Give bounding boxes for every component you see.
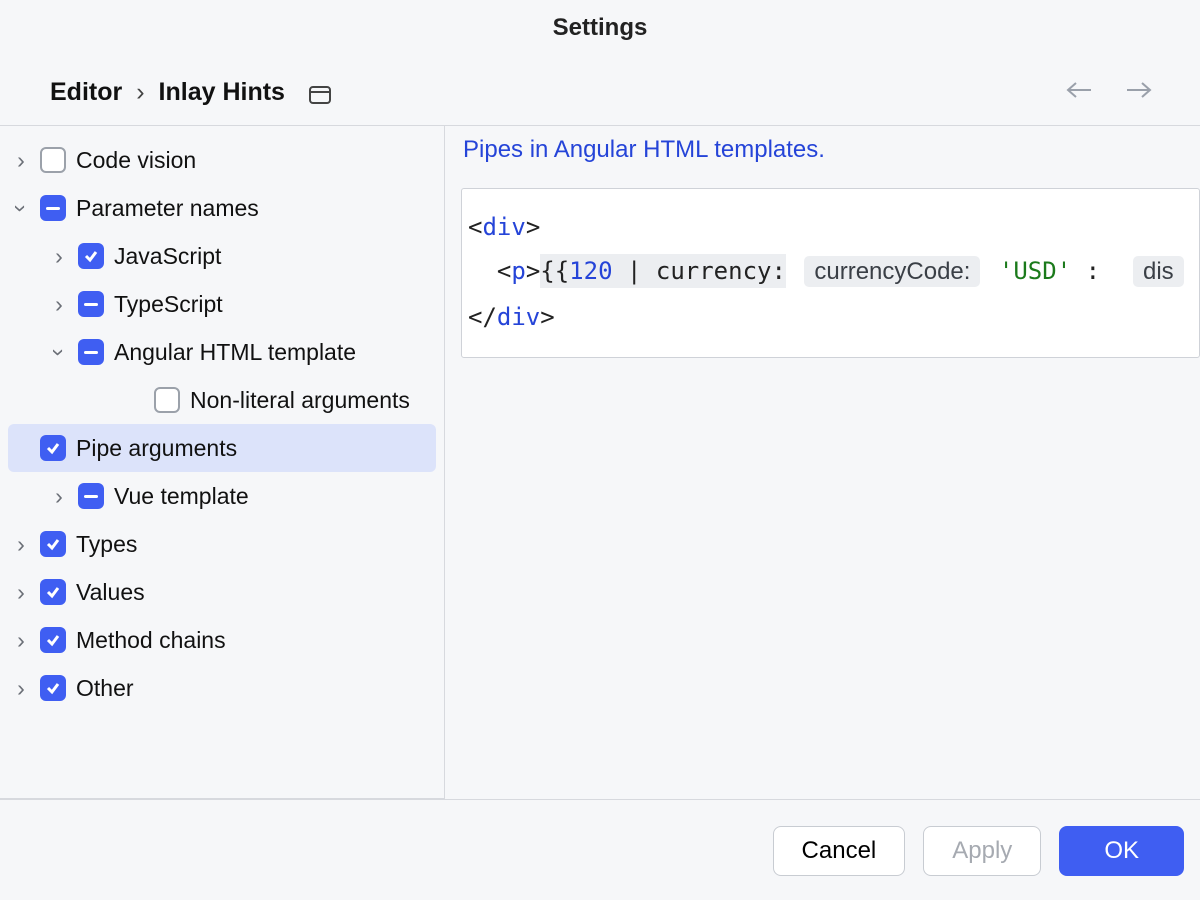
breadcrumb: Editor › Inlay Hints	[50, 78, 331, 107]
code-text: :	[1071, 257, 1100, 285]
checkbox-indeterminate[interactable]	[78, 339, 104, 365]
tree-label: TypeScript	[114, 291, 223, 318]
chevron-right-icon: ›	[50, 291, 68, 318]
tree-label: Method chains	[76, 627, 226, 654]
checkbox-indeterminate[interactable]	[40, 195, 66, 221]
chevron-right-icon: ›	[12, 675, 30, 702]
checkbox-checked[interactable]	[40, 675, 66, 701]
tree-label: Values	[76, 579, 145, 606]
code-tag: div	[497, 303, 540, 331]
code-tag: p	[511, 257, 525, 285]
chevron-right-icon: ›	[12, 627, 30, 654]
tree-item-pipe-arguments[interactable]: Pipe arguments	[8, 424, 436, 472]
checkbox-checked[interactable]	[40, 627, 66, 653]
chevron-down-icon: ›	[8, 199, 35, 217]
breadcrumb-root[interactable]: Editor	[50, 78, 122, 107]
tree-item-vue-template[interactable]: › Vue template	[38, 472, 444, 520]
code-string: 'USD'	[999, 257, 1071, 285]
breadcrumb-current: Inlay Hints	[159, 78, 285, 107]
dialog-title: Settings	[20, 14, 1180, 42]
tree-item-typescript[interactable]: › TypeScript	[38, 280, 444, 328]
code-text: | currency:	[613, 257, 786, 285]
tree-item-angular-html-template[interactable]: › Angular HTML template	[38, 328, 444, 376]
chevron-down-icon: ›	[46, 343, 73, 361]
checkbox-unchecked[interactable]	[154, 387, 180, 413]
chevron-right-icon: ›	[50, 243, 68, 270]
tree-item-values[interactable]: › Values	[0, 568, 444, 616]
tree-label: Angular HTML template	[114, 339, 356, 366]
checkbox-checked[interactable]	[40, 435, 66, 461]
checkbox-unchecked[interactable]	[40, 147, 66, 173]
code-tag: div	[482, 213, 525, 241]
checkbox-checked[interactable]	[78, 243, 104, 269]
settings-tree: › Code vision › Parameter names › JavaSc…	[0, 125, 445, 799]
tree-label: JavaScript	[114, 243, 221, 270]
nav-back-button[interactable]	[1064, 80, 1094, 105]
nav-forward-button[interactable]	[1124, 80, 1154, 105]
chevron-right-icon: ›	[12, 147, 30, 174]
chevron-right-icon: ›	[12, 579, 30, 606]
ok-button[interactable]: OK	[1059, 826, 1184, 876]
chevron-right-icon: ›	[50, 483, 68, 510]
code-preview: <div> <p>{{120 | currency: currencyCode:…	[461, 188, 1200, 358]
code-number: 120	[569, 257, 612, 285]
tree-item-code-vision[interactable]: › Code vision	[0, 136, 444, 184]
inlay-hint: currencyCode:	[804, 256, 980, 287]
checkbox-checked[interactable]	[40, 531, 66, 557]
tree-item-parameter-names[interactable]: › Parameter names	[0, 184, 444, 232]
chevron-right-icon: ›	[136, 78, 144, 107]
tree-item-non-literal-arguments[interactable]: Non-literal arguments	[114, 376, 444, 424]
tree-label: Code vision	[76, 147, 196, 174]
checkbox-indeterminate[interactable]	[78, 483, 104, 509]
checkbox-checked[interactable]	[40, 579, 66, 605]
checkbox-indeterminate[interactable]	[78, 291, 104, 317]
setting-description: Pipes in Angular HTML templates.	[463, 136, 1200, 164]
tree-label: Vue template	[114, 483, 249, 510]
tree-item-types[interactable]: › Types	[0, 520, 444, 568]
inlay-hint: dis	[1133, 256, 1184, 287]
separate-window-icon[interactable]	[309, 86, 331, 104]
tree-label: Parameter names	[76, 195, 259, 222]
tree-label: Non-literal arguments	[190, 387, 410, 414]
tree-label: Other	[76, 675, 134, 702]
cancel-button[interactable]: Cancel	[773, 826, 906, 876]
apply-button[interactable]: Apply	[923, 826, 1041, 876]
tree-item-javascript[interactable]: › JavaScript	[38, 232, 444, 280]
chevron-right-icon: ›	[12, 531, 30, 558]
tree-label: Types	[76, 531, 137, 558]
tree-label: Pipe arguments	[76, 435, 237, 462]
tree-item-method-chains[interactable]: › Method chains	[0, 616, 444, 664]
tree-item-other[interactable]: › Other	[0, 664, 444, 712]
